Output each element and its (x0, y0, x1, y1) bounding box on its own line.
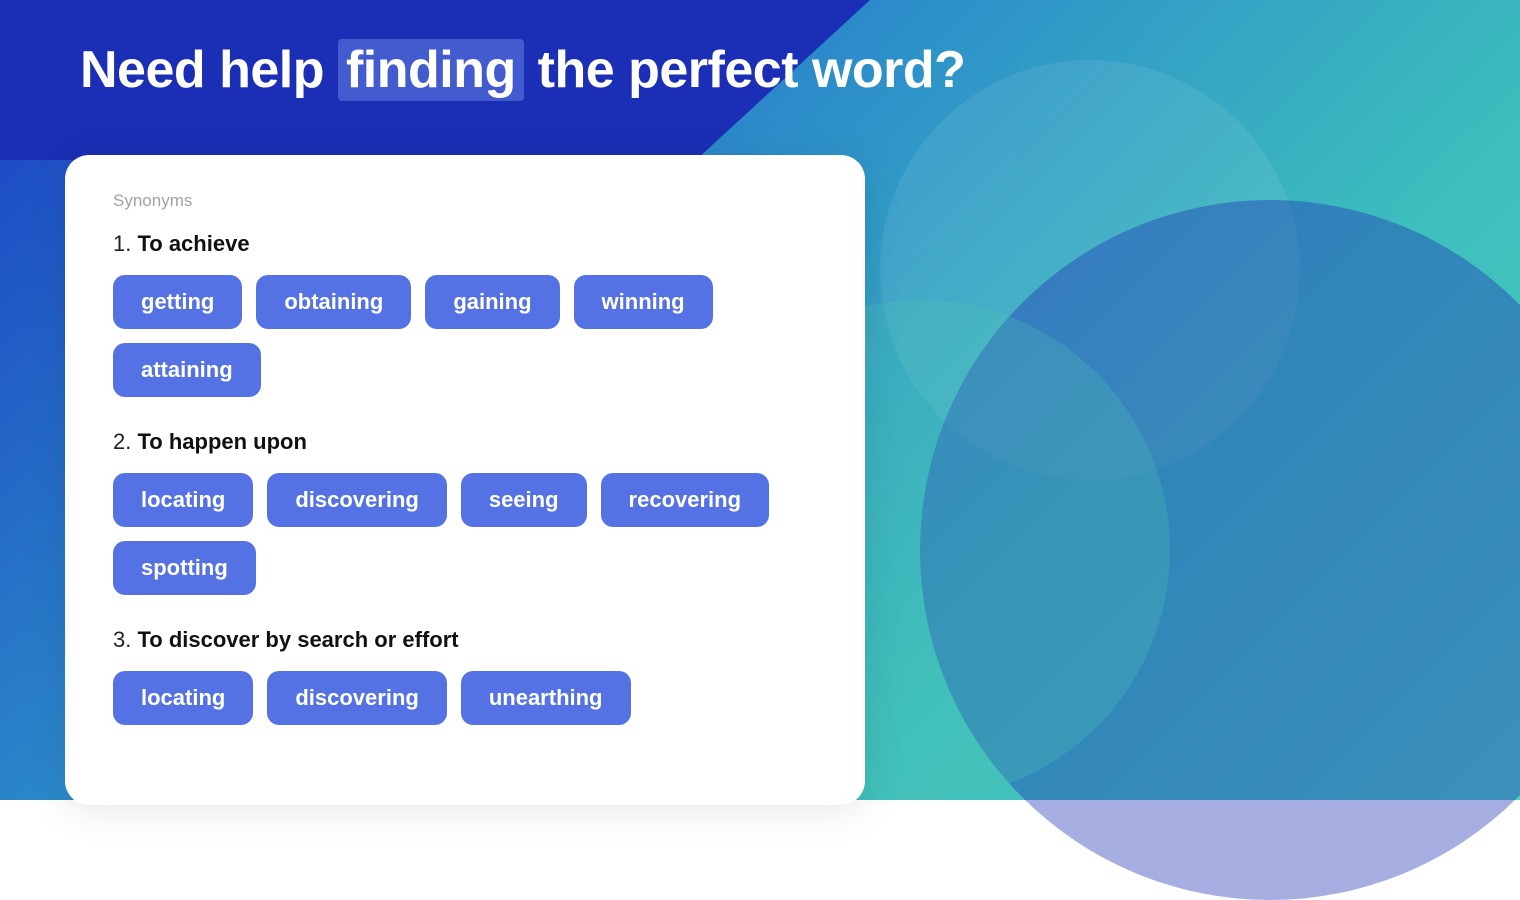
page-title: Need help finding the perfect word? (80, 42, 965, 99)
tag-1-2[interactable]: obtaining (256, 275, 411, 329)
group-title-1: 1. To achieve (113, 231, 817, 257)
tag-3-2[interactable]: discovering (267, 671, 446, 725)
tag-2-2[interactable]: discovering (267, 473, 446, 527)
tags-group-1: getting obtaining gaining winning attaining (113, 275, 817, 397)
tag-3-3[interactable]: unearthing (461, 671, 631, 725)
section-label: Synonyms (113, 191, 817, 211)
tag-1-4[interactable]: winning (574, 275, 713, 329)
tags-group-2: locating discovering seeing recovering spott… (113, 473, 817, 595)
synonym-group-3: 3. To discover by search or effort locati… (113, 627, 817, 725)
tag-1-1[interactable]: getting (113, 275, 242, 329)
title-prefix: Need help (80, 41, 338, 99)
synonym-group-2: 2. To happen upon locating discovering seei… (113, 429, 817, 595)
tag-2-1[interactable]: locating (113, 473, 253, 527)
tag-2-3[interactable]: seeing (461, 473, 587, 527)
group-title-2: 2. To happen upon (113, 429, 817, 455)
title-highlight: finding (338, 39, 524, 101)
synonyms-card: Synonyms 1. To achieve getting obtaining ga… (65, 155, 865, 805)
synonym-group-1: 1. To achieve getting obtaining gaining winn… (113, 231, 817, 397)
title-suffix: the perfect word? (524, 41, 966, 99)
groups-container: 1. To achieve getting obtaining gaining winn… (113, 231, 817, 725)
tag-2-4[interactable]: recovering (601, 473, 770, 527)
tag-2-5[interactable]: spotting (113, 541, 256, 595)
tag-1-3[interactable]: gaining (425, 275, 559, 329)
tag-3-1[interactable]: locating (113, 671, 253, 725)
tags-group-3: locating discovering unearthing (113, 671, 817, 725)
tag-1-5[interactable]: attaining (113, 343, 261, 397)
group-title-3: 3. To discover by search or effort (113, 627, 817, 653)
